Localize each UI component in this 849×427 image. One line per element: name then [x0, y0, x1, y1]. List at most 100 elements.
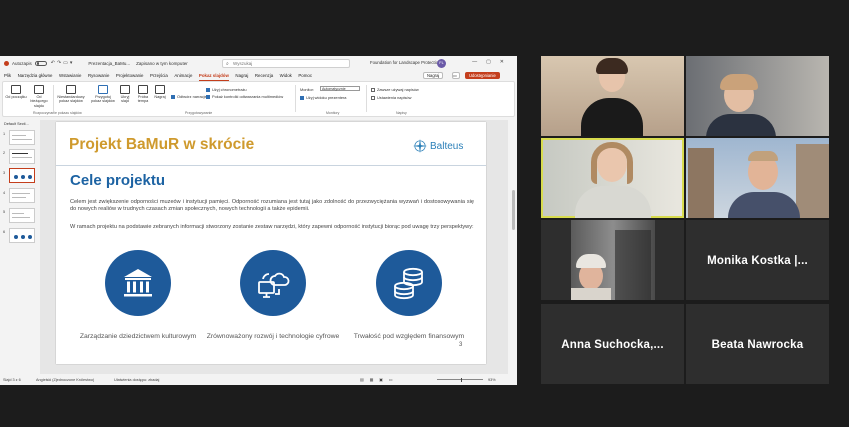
thumbnail-slide[interactable]: [9, 149, 35, 164]
tab-file[interactable]: Plik: [4, 73, 11, 78]
tab-home[interactable]: Narzędzia główne: [18, 73, 53, 78]
participant-hair: [596, 58, 628, 74]
rehearse-timings-button[interactable]: Próba tempa: [135, 85, 151, 104]
thumbnail-slide[interactable]: [9, 188, 35, 203]
section-label[interactable]: Default Secti...: [4, 122, 29, 126]
zoom-level[interactable]: 93%: [488, 378, 496, 382]
subtitle-settings-button[interactable]: Ustawienia napisów: [371, 95, 411, 100]
slideshow-current-icon: [34, 85, 44, 94]
group-setup-label: Przygotowywanie: [185, 111, 213, 115]
participant-name: Monika Kostka |...: [707, 255, 808, 267]
always-subtitles-check[interactable]: Zawsze używaj napisów: [371, 87, 419, 92]
slide-paragraph-2: W ramach projektu na podstawie zebranych…: [70, 224, 474, 230]
subtitles-icon: [371, 95, 375, 100]
logo-text: Balteus: [430, 140, 464, 152]
setup-show-button[interactable]: Przygotuj pokaz slajdów: [90, 85, 116, 104]
participant-hat: [576, 254, 606, 268]
tab-record[interactable]: Nagraj: [235, 73, 248, 78]
from-beginning-button[interactable]: Od początku: [5, 85, 27, 99]
thumbnail-slide[interactable]: [9, 130, 35, 145]
play-narrations-check[interactable]: Odtwórz narracje: [171, 94, 207, 99]
checkbox-icon: [171, 94, 175, 99]
tab-animations[interactable]: Animacje: [174, 73, 192, 78]
thumbnail-slide[interactable]: [9, 208, 35, 223]
record-button[interactable]: Nagraj: [423, 72, 444, 79]
monitor-select[interactable]: Automatycznie: [320, 86, 360, 91]
thumbnail-slide-selected[interactable]: [9, 168, 35, 183]
language-status[interactable]: Angielski (Zjednoczone Królestwo): [36, 378, 94, 382]
group-captions-label: Napisy: [396, 111, 407, 115]
tab-slideshow[interactable]: Pokaz slajdów: [198, 73, 229, 81]
tab-insert[interactable]: Wstawianie: [59, 73, 81, 78]
account-name[interactable]: Foundation for Landscape Protection: [370, 60, 440, 65]
cloud-computer-icon: [240, 250, 306, 316]
tab-review[interactable]: Recenzja: [255, 73, 273, 78]
search-box[interactable]: ⌕ Wyszukaj: [222, 58, 350, 68]
slide-page-number: 3: [459, 342, 463, 348]
pillar-caption: Trwałość pod względem finansowym: [353, 333, 465, 340]
hide-slide-label: Ukryj slajd: [120, 95, 130, 104]
participant-tile[interactable]: Anna Suchocka,...: [541, 304, 684, 384]
participant-tile[interactable]: Monika Kostka |...: [686, 220, 829, 300]
participant-name: Beata Nawrocka: [711, 339, 804, 351]
from-current-button[interactable]: Od bieżącego slajdu: [28, 85, 50, 108]
hide-slide-button[interactable]: Ukryj slajd: [117, 85, 133, 104]
autosave-toggle[interactable]: [34, 60, 47, 66]
presenter-view-check[interactable]: Użyj widoku prezentera: [300, 95, 346, 100]
media-controls-check[interactable]: Pokaż kontrolki odtwarzania multimediów: [206, 94, 283, 99]
tab-draw[interactable]: Rysowanie: [88, 73, 109, 78]
slide[interactable]: Projekt BaMuR w skrócie Balteus Cele pro…: [56, 122, 486, 364]
comments-button[interactable]: ▭: [452, 72, 460, 79]
coins-icon: [376, 250, 442, 316]
ribbon-tabs: Plik Narzędzia główne Wstawianie Rysowan…: [0, 70, 517, 81]
record-slideshow-button[interactable]: Nagraj: [152, 85, 168, 99]
thumbnail-slide[interactable]: [9, 228, 35, 243]
group-start-label: Rozpoczynanie pokazu slajdów: [33, 111, 82, 115]
checkbox-icon: [300, 95, 304, 100]
museum-icon: [105, 250, 171, 316]
account-avatar[interactable]: FL: [437, 58, 446, 68]
participant-tile[interactable]: [686, 56, 829, 136]
accessibility-status[interactable]: Ułatwienia dostępu: zbadaj: [114, 378, 159, 382]
participant-tile[interactable]: Beata Nawrocka: [686, 304, 829, 384]
slide-thumbnails: Default Secti... 1 2 3 4 5 6: [0, 120, 39, 374]
thumb-number: 6: [3, 230, 6, 234]
tab-view[interactable]: Widok: [280, 73, 292, 78]
custom-show-icon: [66, 85, 76, 94]
save-state[interactable]: Zapisano w tym komputer: [136, 61, 188, 66]
use-timings-check[interactable]: Użyj chronometrażu: [206, 87, 247, 92]
participant-tile[interactable]: [541, 220, 684, 300]
window-controls[interactable]: —▢✕: [472, 59, 513, 65]
ribbon-divider: [366, 85, 367, 112]
share-button[interactable]: Udostępnianie: [465, 72, 500, 79]
zoom-slider[interactable]: [437, 377, 483, 381]
slide-canvas[interactable]: Projekt BaMuR w skrócie Balteus Cele pro…: [40, 120, 508, 374]
thumb-line: [12, 217, 30, 218]
custom-show-button[interactable]: Niestandardowy pokaz slajdów: [57, 85, 85, 104]
ribbon-panel: Od początku Od bieżącego slajdu Niestand…: [2, 81, 515, 117]
use-timings-label: Użyj chronometrażu: [212, 87, 247, 92]
participant-tile[interactable]: [686, 138, 829, 218]
slide-title: Projekt BaMuR w skrócie: [69, 136, 255, 153]
view-buttons[interactable]: ▤▦▣▭: [360, 377, 398, 382]
subtitle-settings-label: Ustawienia napisów: [377, 95, 412, 100]
participant-clothes: [706, 114, 776, 136]
scrollbar-thumb[interactable]: [511, 190, 515, 230]
tab-design[interactable]: Projektowanie: [116, 73, 144, 78]
group-monitors-label: Monitory: [326, 111, 340, 115]
quick-access-icons[interactable]: ↶↷▭▾: [51, 60, 75, 66]
participant-tile-active-speaker[interactable]: [541, 138, 684, 218]
search-icon: ⌕: [226, 60, 229, 67]
participant-hair: [748, 151, 778, 161]
participant-tile[interactable]: [541, 56, 684, 136]
hide-slide-icon: [120, 85, 130, 94]
vertical-scrollbar[interactable]: [509, 120, 517, 374]
tab-transitions[interactable]: Przejścia: [150, 73, 168, 78]
presenter-view-label: Użyj widoku prezentera: [306, 95, 347, 100]
thumb-dots: [14, 235, 32, 239]
tab-help[interactable]: Pomoc: [298, 73, 312, 78]
balteus-logo: Balteus: [412, 138, 463, 154]
from-beginning-label: Od początku: [5, 95, 27, 99]
thumb-line: [12, 135, 26, 136]
slide-paragraph-1: Celem jest zwiększenie odporności muzeów…: [70, 199, 474, 213]
